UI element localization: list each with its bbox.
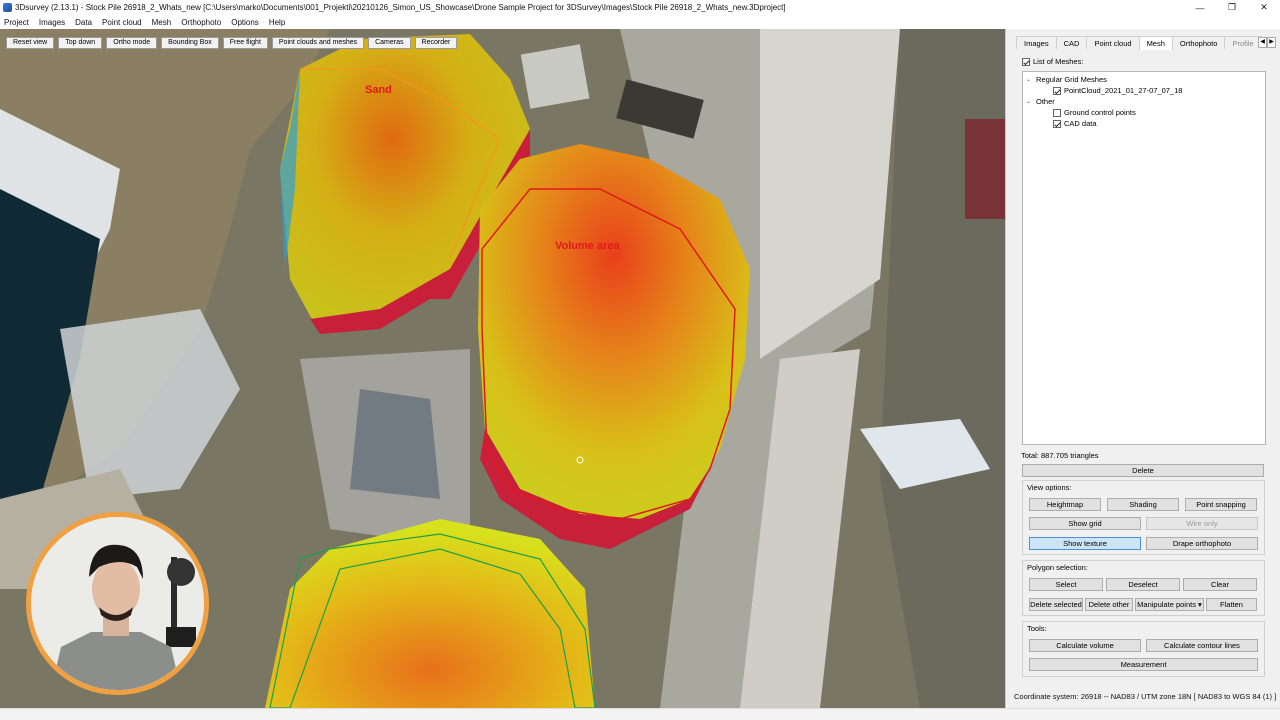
tab-images[interactable]: Images [1016, 36, 1057, 49]
presenter-image [31, 517, 204, 690]
bottom-strip [0, 708, 1280, 720]
bounding-box-button[interactable]: Bounding Box [161, 37, 219, 49]
menu-mesh[interactable]: Mesh [152, 18, 172, 27]
window-controls: — ❐ ✕ [1184, 0, 1280, 15]
tab-point-cloud[interactable]: Point cloud [1086, 36, 1140, 49]
pointcloud-checkbox[interactable] [1053, 86, 1061, 95]
show-grid-button[interactable]: Show grid [1029, 517, 1141, 530]
menu-orthophoto[interactable]: Orthophoto [181, 18, 221, 27]
menu-project[interactable]: Project [4, 18, 29, 27]
point-clouds-and-meshes-button[interactable]: Point clouds and meshes [271, 37, 365, 49]
tab-cad[interactable]: CAD [1055, 36, 1088, 49]
drape-orthophoto-button[interactable]: Drape orthophoto [1146, 537, 1258, 550]
menu-point-cloud[interactable]: Point cloud [102, 18, 142, 27]
chevron-down-icon[interactable]: ⌄ [1024, 76, 1033, 83]
deselect-button[interactable]: Deselect [1106, 578, 1180, 591]
coordinate-system-status: Coordinate system: 26918 -- NAD83 / UTM … [1014, 692, 1277, 701]
wire-only-button[interactable]: Wire only [1146, 517, 1258, 530]
calculate-contour-lines-button[interactable]: Calculate contour lines [1146, 639, 1258, 652]
menu-bar: Project Images Data Point cloud Mesh Ort… [0, 15, 1280, 29]
tree-group-regular-grid[interactable]: ⌄ Regular Grid Meshes [1023, 74, 1265, 85]
gcp-checkbox[interactable] [1053, 108, 1061, 117]
chevron-down-icon[interactable]: ⌄ [1024, 98, 1033, 105]
clear-button[interactable]: Clear [1183, 578, 1257, 591]
menu-help[interactable]: Help [269, 18, 285, 27]
heightmap-button[interactable]: Heightmap [1029, 498, 1101, 511]
triangle-count: Total: 887.705 triangles [1021, 451, 1099, 460]
top-down-button[interactable]: Top down [58, 37, 103, 49]
ortho-mode-button[interactable]: Ortho mode [106, 37, 158, 49]
sand-label: Sand [365, 84, 392, 96]
minimize-button[interactable]: — [1184, 0, 1216, 15]
manipulate-points-dropdown[interactable]: Manipulate points ▾ [1135, 598, 1204, 611]
menu-images[interactable]: Images [39, 18, 65, 27]
tree-group-other[interactable]: ⌄ Other [1023, 96, 1265, 107]
tab-scroll: ◀ ▶ [1258, 37, 1276, 48]
delete-selected-button[interactable]: Delete selected [1029, 598, 1083, 611]
webcam-overlay [26, 512, 209, 695]
app-icon [3, 3, 12, 12]
list-of-meshes-checkbox[interactable] [1022, 57, 1030, 66]
volume-area-label: Volume area [555, 240, 620, 252]
free-flight-button[interactable]: Free flight [222, 37, 268, 49]
measurement-button[interactable]: Measurement [1029, 658, 1258, 671]
tree-item-cad[interactable]: CAD data [1023, 118, 1265, 129]
viewport-toolbar: Reset view Top down Ortho mode Bounding … [6, 37, 458, 49]
tree-item-pointcloud[interactable]: PointCloud_2021_01_27-07_07_18 [1023, 85, 1265, 96]
recorder-button[interactable]: Recorder [414, 37, 458, 49]
delete-other-button[interactable]: Delete other [1085, 598, 1133, 611]
delete-button[interactable]: Delete [1022, 464, 1264, 477]
tree-group-label: Regular Grid Meshes [1036, 75, 1107, 84]
calculate-volume-button[interactable]: Calculate volume [1029, 639, 1141, 652]
title-bar: 3Dsurvey (2.13.1) - Stock Pile 26918_2_W… [0, 0, 1280, 15]
reset-view-button[interactable]: Reset view [6, 37, 55, 49]
tree-item-label: PointCloud_2021_01_27-07_07_18 [1064, 86, 1183, 95]
menu-options[interactable]: Options [231, 18, 259, 27]
tab-scroll-right-icon[interactable]: ▶ [1267, 37, 1276, 48]
tree-item-gcp[interactable]: Ground control points [1023, 107, 1265, 118]
close-button[interactable]: ✕ [1248, 0, 1280, 15]
panel-tabs: Images CAD Point cloud Mesh Orthophoto P… [1016, 36, 1262, 50]
tree-group-label: Other [1036, 97, 1055, 106]
view-options-title: View options: [1027, 483, 1072, 492]
shading-button[interactable]: Shading [1107, 498, 1179, 511]
show-texture-button[interactable]: Show texture [1029, 537, 1141, 550]
point-snapping-button[interactable]: Point snapping [1185, 498, 1257, 511]
tab-orthophoto[interactable]: Orthophoto [1171, 36, 1226, 49]
cameras-button[interactable]: Cameras [368, 37, 411, 49]
tab-scroll-left-icon[interactable]: ◀ [1258, 37, 1267, 48]
polygon-selection-title: Polygon selection: [1027, 563, 1088, 572]
tab-profile[interactable]: Profile [1224, 36, 1262, 49]
mesh-tree[interactable]: ⌄ Regular Grid Meshes PointCloud_2021_01_… [1022, 71, 1266, 445]
tree-item-label: Ground control points [1064, 108, 1136, 117]
tree-item-label: CAD data [1064, 119, 1097, 128]
cad-checkbox[interactable] [1053, 119, 1061, 128]
tab-mesh[interactable]: Mesh [1138, 36, 1173, 50]
select-button[interactable]: Select [1029, 578, 1103, 591]
list-of-meshes-label: List of Meshes: [1033, 57, 1084, 67]
window-title: 3Dsurvey (2.13.1) - Stock Pile 26918_2_W… [15, 3, 786, 12]
flatten-button[interactable]: Flatten [1206, 598, 1257, 611]
list-of-meshes-row[interactable]: List of Meshes: [1022, 57, 1083, 66]
restore-button[interactable]: ❐ [1216, 0, 1248, 15]
menu-data[interactable]: Data [75, 18, 92, 27]
tools-title: Tools: [1027, 624, 1047, 633]
